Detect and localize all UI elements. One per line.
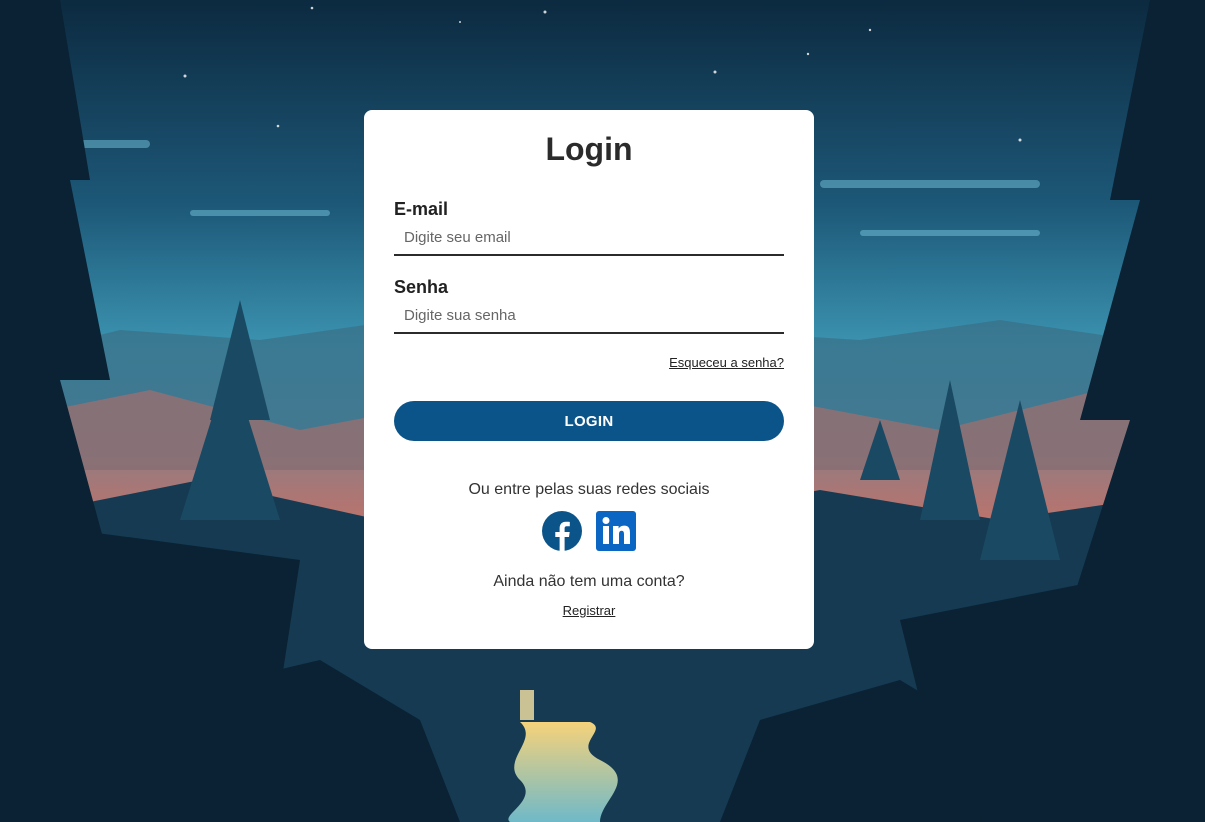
forgot-row: Esqueceu a senha? [394,354,784,372]
login-card: Login E-mail Senha Esqueceu a senha? LOG… [364,110,814,649]
social-login-text: Ou entre pelas suas redes sociais [468,481,710,498]
forgot-password-link[interactable]: Esqueceu a senha? [669,355,784,370]
password-input[interactable] [394,298,784,334]
login-button[interactable]: LOGIN [394,401,784,441]
login-title: Login [545,131,633,167]
email-input[interactable] [394,220,784,256]
linkedin-icon[interactable] [596,511,636,551]
no-account-text: Ainda não tem uma conta? [493,573,685,590]
password-label: Senha [394,277,449,297]
email-label: E-mail [394,199,449,219]
register-row: Registrar [394,602,784,620]
register-link[interactable]: Registrar [563,603,616,618]
social-login-row [394,511,784,551]
facebook-icon[interactable] [542,511,582,551]
